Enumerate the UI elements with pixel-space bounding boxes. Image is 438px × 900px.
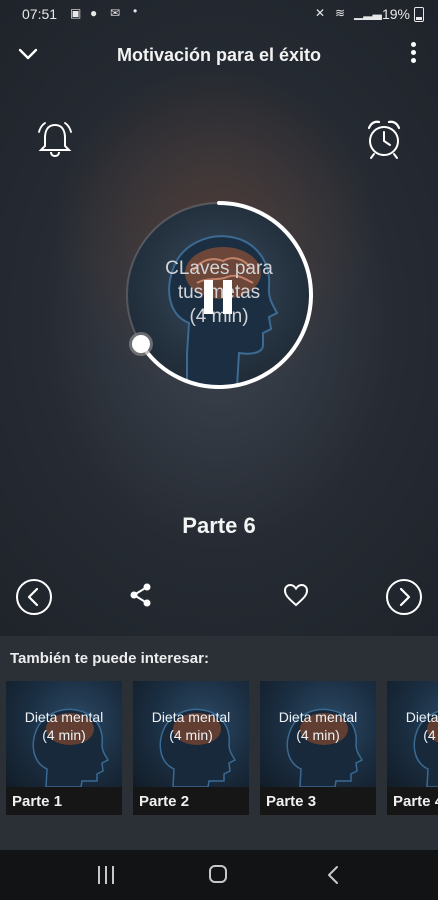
back-arrow-icon — [328, 866, 338, 884]
wifi-icon: ≋ — [335, 6, 346, 20]
more-options-button[interactable] — [406, 42, 420, 70]
card-duration: (4 min) — [296, 727, 340, 743]
chevron-right-circle-icon — [386, 579, 422, 615]
recommendation-card[interactable]: Dieta mental (4 min) Parte 4 — [387, 681, 438, 815]
pause-icon — [204, 280, 213, 314]
gallery-icon: ▣ — [70, 6, 82, 20]
recent-apps-button[interactable] — [97, 866, 115, 884]
bell-icon — [38, 122, 72, 158]
recommendations-heading: También te puede interesar: — [10, 650, 209, 667]
track-title-line1: CLaves para — [165, 258, 273, 279]
dot-icon: • — [133, 4, 138, 18]
mute-icon: ✕ — [315, 6, 326, 20]
card-label: Parte 4 — [393, 793, 438, 810]
status-time: 07:51 — [22, 6, 58, 22]
signal-icon: ▁▂▃ — [354, 6, 382, 20]
home-button[interactable] — [209, 865, 227, 883]
previous-button[interactable] — [15, 578, 53, 616]
notification-button[interactable] — [33, 118, 77, 162]
card-duration: (4 min) — [169, 727, 213, 743]
more-vert-icon — [406, 42, 420, 63]
card-label: Parte 3 — [266, 793, 317, 810]
card-title: Dieta mental — [405, 709, 438, 725]
mail-icon: ✉ — [110, 6, 121, 20]
system-back-button[interactable] — [326, 864, 340, 886]
part-title: Parte 6 — [182, 513, 256, 538]
next-button[interactable] — [385, 578, 423, 616]
card-duration: (4 min) — [423, 727, 438, 743]
page-title: Motivación para el éxito — [116, 45, 322, 65]
recommendation-card[interactable]: Dieta mental (4 min) Parte 1 — [6, 681, 122, 815]
card-label: Parte 2 — [139, 793, 190, 810]
card-title: Dieta mental — [278, 709, 358, 725]
bulb-icon: ● — [90, 6, 98, 20]
heart-icon — [283, 583, 309, 607]
favorite-button[interactable] — [282, 582, 310, 608]
pause-button[interactable] — [204, 280, 234, 314]
chevron-left-circle-icon — [16, 579, 52, 615]
recommendation-card[interactable]: Dieta mental (4 min) Parte 3 — [260, 681, 376, 815]
battery-level: 19% — [381, 6, 410, 22]
share-button[interactable] — [128, 582, 154, 608]
card-title: Dieta mental — [151, 709, 231, 725]
share-icon — [130, 583, 151, 607]
card-title: Dieta mental — [24, 709, 104, 725]
card-label: Parte 1 — [12, 793, 63, 810]
alarm-button[interactable] — [361, 116, 407, 162]
alarm-clock-icon — [367, 120, 401, 159]
battery-icon — [414, 7, 424, 22]
player-circle: CLaves para tus metas (4 min) — [121, 197, 317, 393]
status-bar: 07:51 ▣ ● ✉ • ✕ ≋ ▁▂▃ 19% — [0, 0, 438, 28]
recommendation-card[interactable]: Dieta mental (4 min) Parte 2 — [133, 681, 249, 815]
card-duration: (4 min) — [42, 727, 86, 743]
